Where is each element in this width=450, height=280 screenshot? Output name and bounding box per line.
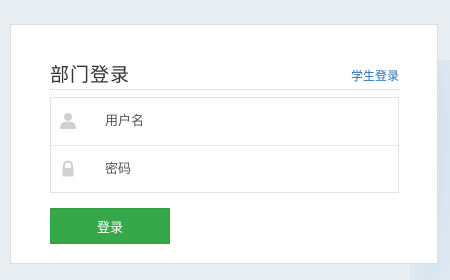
page-title: 部门登录 [50, 64, 131, 86]
student-login-link[interactable]: 学生登录 [351, 67, 399, 84]
password-input[interactable] [95, 146, 385, 193]
lock-icon [60, 160, 76, 178]
user-icon [60, 112, 76, 130]
login-button[interactable]: 登录 [50, 208, 170, 244]
credentials-group [50, 97, 399, 193]
password-row [51, 145, 398, 193]
login-header: 部门登录 学生登录 [50, 63, 399, 90]
username-input[interactable] [95, 98, 385, 145]
username-row [51, 98, 398, 145]
login-card: 部门登录 学生登录 登录 [10, 24, 438, 264]
